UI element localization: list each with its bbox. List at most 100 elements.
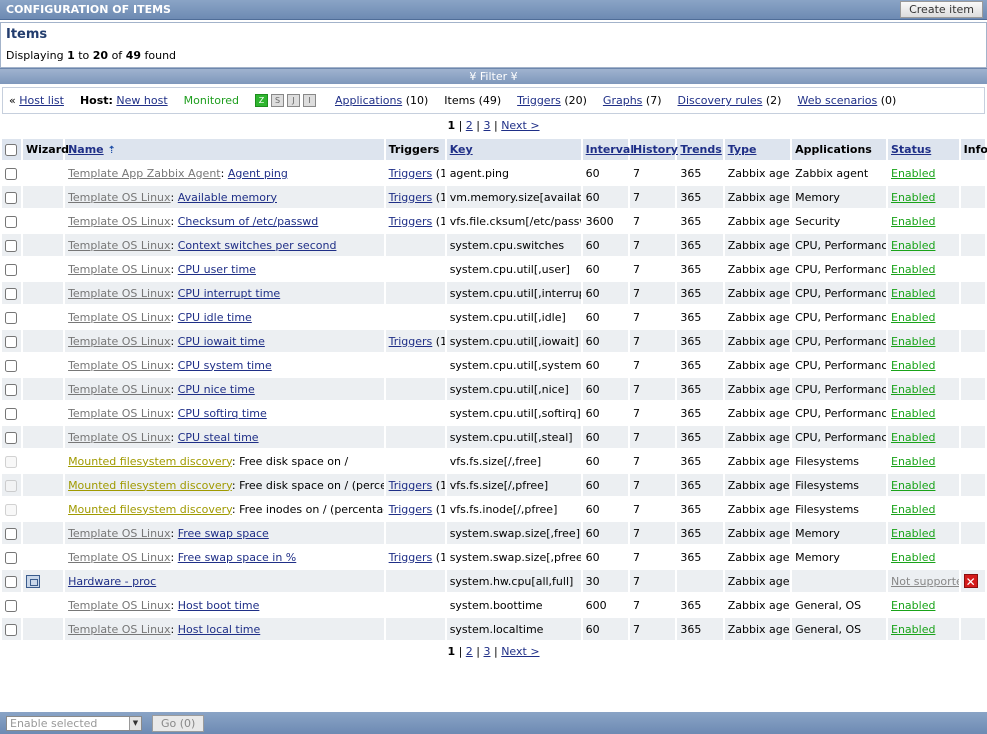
item-name-link[interactable]: Context switches per second [178,239,337,252]
filter-toggle[interactable]: ¥ Filter ¥ [0,68,987,84]
row-checkbox[interactable] [5,623,17,636]
item-name-link[interactable]: Free swap space in % [178,551,297,564]
status-toggle[interactable]: Enabled [891,623,935,636]
row-checkbox[interactable] [5,599,17,612]
row-checkbox[interactable] [5,551,17,564]
triggers-link[interactable]: Triggers [389,335,433,348]
item-name-link[interactable]: CPU steal time [178,431,259,444]
template-link[interactable]: Template OS Linux [68,551,170,564]
item-name-link[interactable]: CPU user time [178,263,256,276]
row-checkbox[interactable] [5,407,17,420]
row-checkbox[interactable] [5,503,17,516]
row-checkbox[interactable] [5,215,17,228]
row-checkbox[interactable] [5,335,17,348]
wizard-icon[interactable] [25,574,40,588]
row-checkbox[interactable] [5,455,17,468]
discovery-rule-link[interactable]: Mounted filesystem discovery [68,455,232,468]
status-toggle[interactable]: Enabled [891,503,935,516]
select-all-checkbox[interactable] [5,144,17,156]
triggers-link[interactable]: Triggers [517,94,561,107]
status-toggle[interactable]: Enabled [891,311,935,324]
status-toggle[interactable]: Enabled [891,599,935,612]
item-name-link[interactable]: Agent ping [228,167,288,180]
row-checkbox[interactable] [5,263,17,276]
row-checkbox[interactable] [5,191,17,204]
template-link[interactable]: Template OS Linux [68,311,170,324]
row-checkbox[interactable] [5,239,17,252]
col-status-sort[interactable]: Status [891,143,931,156]
go-button[interactable]: Go (0) [152,714,205,732]
host-list-link[interactable]: Host list [19,94,64,107]
row-checkbox[interactable] [5,575,17,588]
status-toggle[interactable]: Enabled [891,215,935,228]
triggers-link[interactable]: Triggers [389,503,433,516]
col-type-sort[interactable]: Type [728,143,757,156]
item-name-link[interactable]: CPU softirq time [178,407,267,420]
item-name-link[interactable]: CPU system time [178,359,272,372]
template-link[interactable]: Template OS Linux [68,407,170,420]
item-name-link[interactable]: Host local time [178,623,261,636]
status-toggle[interactable]: Enabled [891,239,935,252]
status-toggle[interactable]: Not supported [891,575,959,588]
template-link[interactable]: Template OS Linux [68,599,170,612]
item-name-link[interactable]: CPU idle time [178,311,252,324]
row-checkbox[interactable] [5,431,17,444]
item-name-link[interactable]: Hardware - proc [68,575,156,588]
pager-page-3[interactable]: 3 [484,119,491,132]
status-toggle[interactable]: Enabled [891,335,935,348]
status-toggle[interactable]: Enabled [891,479,935,492]
status-toggle[interactable]: Enabled [891,359,935,372]
template-link[interactable]: Template OS Linux [68,383,170,396]
row-checkbox[interactable] [5,527,17,540]
graphs-link[interactable]: Graphs [603,94,642,107]
triggers-link[interactable]: Triggers [389,551,433,564]
applications-link[interactable]: Applications [335,94,402,107]
template-link[interactable]: Template App Zabbix Agent [68,167,221,180]
create-item-button[interactable]: Create item [900,1,983,18]
template-link[interactable]: Template OS Linux [68,527,170,540]
triggers-link[interactable]: Triggers [389,167,433,180]
row-checkbox[interactable] [5,383,17,396]
template-link[interactable]: Template OS Linux [68,215,170,228]
host-name-link[interactable]: New host [116,94,167,107]
triggers-link[interactable]: Triggers [389,479,433,492]
item-name-link[interactable]: CPU iowait time [178,335,265,348]
status-toggle[interactable]: Enabled [891,431,935,444]
status-toggle[interactable]: Enabled [891,383,935,396]
template-link[interactable]: Template OS Linux [68,359,170,372]
row-checkbox[interactable] [5,479,17,492]
template-link[interactable]: Template OS Linux [68,335,170,348]
status-toggle[interactable]: Enabled [891,551,935,564]
status-toggle[interactable]: Enabled [891,287,935,300]
status-toggle[interactable]: Enabled [891,167,935,180]
discovery-rules-link[interactable]: Discovery rules [678,94,763,107]
template-link[interactable]: Template OS Linux [68,239,170,252]
pager-next[interactable]: Next > [501,645,539,658]
row-checkbox[interactable] [5,287,17,300]
item-name-link[interactable]: CPU nice time [178,383,255,396]
item-name-link[interactable]: Free swap space [178,527,269,540]
item-name-link[interactable]: Checksum of /etc/passwd [178,215,319,228]
col-history-sort[interactable]: History [633,143,678,156]
status-toggle[interactable]: Enabled [891,455,935,468]
triggers-link[interactable]: Triggers [389,215,433,228]
error-icon[interactable]: ✕ [963,573,978,589]
web-scenarios-link[interactable]: Web scenarios [797,94,877,107]
col-key-sort[interactable]: Key [450,143,473,156]
status-toggle[interactable]: Enabled [891,407,935,420]
template-link[interactable]: Template OS Linux [68,431,170,444]
row-checkbox[interactable] [5,311,17,324]
item-name-link[interactable]: CPU interrupt time [178,287,280,300]
template-link[interactable]: Template OS Linux [68,263,170,276]
pager-page-3[interactable]: 3 [484,645,491,658]
discovery-rule-link[interactable]: Mounted filesystem discovery [68,503,232,516]
triggers-link[interactable]: Triggers [389,191,433,204]
pager-page-2[interactable]: 2 [466,645,473,658]
row-checkbox[interactable] [5,167,17,180]
status-toggle[interactable]: Enabled [891,191,935,204]
template-link[interactable]: Template OS Linux [68,623,170,636]
discovery-rule-link[interactable]: Mounted filesystem discovery [68,479,232,492]
col-name-sort[interactable]: Name [68,143,104,156]
template-link[interactable]: Template OS Linux [68,287,170,300]
col-trends-sort[interactable]: Trends [680,143,721,156]
